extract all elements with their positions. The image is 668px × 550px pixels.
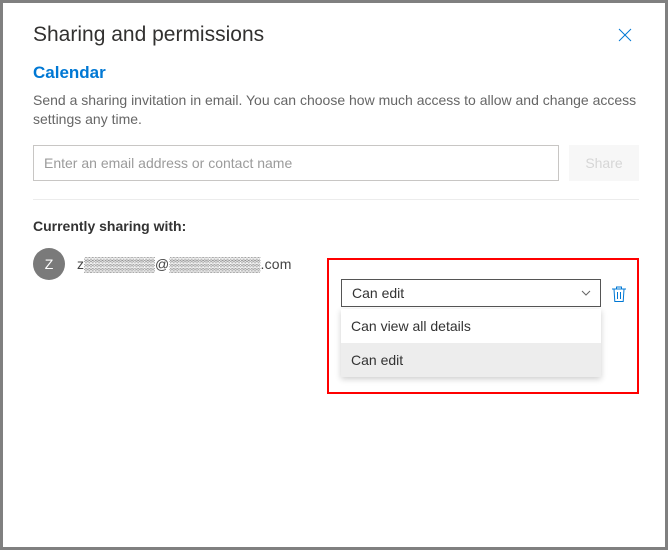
chevron-down-icon [580,287,592,299]
trash-icon [611,285,627,303]
close-button[interactable] [611,21,639,49]
calendar-name: Calendar [33,63,639,83]
share-button[interactable]: Share [569,145,639,181]
sharing-heading: Currently sharing with: [33,218,639,234]
share-entry: Z z▒▒▒▒▒▒▒@▒▒▒▒▒▒▒▒▒.com [33,248,639,280]
share-button-label: Share [585,155,622,171]
contact-email: z▒▒▒▒▒▒▒@▒▒▒▒▒▒▒▒▒.com [77,256,639,272]
header-row: Sharing and permissions [33,21,639,49]
option-label: Can edit [351,352,403,368]
option-label: Can view all details [351,318,471,334]
page-title: Sharing and permissions [33,23,264,47]
permission-selected-label: Can edit [352,285,404,301]
invite-row: Share [33,145,639,181]
avatar: Z [33,248,65,280]
avatar-initial: Z [45,256,54,272]
permission-option-view-all-details[interactable]: Can view all details [341,309,601,343]
description-text: Send a sharing invitation in email. You … [33,91,639,129]
sharing-permissions-panel: Sharing and permissions Calendar Send a … [3,3,665,547]
remove-share-button[interactable] [609,284,629,304]
permission-option-can-edit[interactable]: Can edit [341,343,601,377]
permission-dropdown: Can view all details Can edit [341,309,601,377]
permission-area: Can edit Can view all details Can edit [341,279,601,377]
email-input[interactable] [33,145,559,181]
divider [33,199,639,200]
close-icon [618,28,632,42]
permission-select[interactable]: Can edit [341,279,601,307]
